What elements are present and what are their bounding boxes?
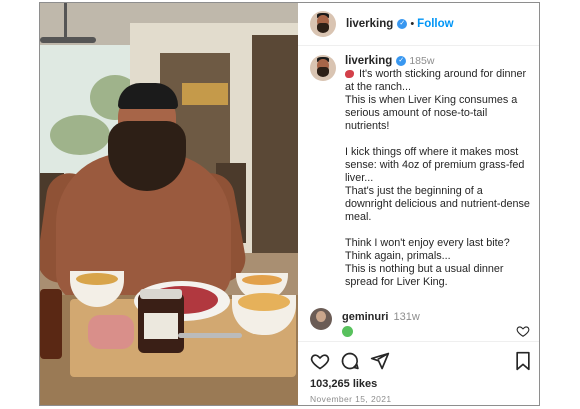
comment: geminuri 131w — [310, 308, 535, 338]
caption-avatar[interactable] — [310, 55, 336, 81]
comment-username[interactable]: geminuri — [342, 311, 388, 323]
post-modal: liverking ✓ • Follow liverking ✓ 185w It's… — [39, 2, 540, 406]
ceiling-fan — [40, 37, 96, 43]
post-age[interactable]: 185w — [409, 55, 434, 67]
caption-line-7: This is nothing but a usual dinner sprea… — [345, 263, 504, 288]
likes-count[interactable]: 103,265 likes — [310, 378, 377, 390]
comment-age[interactable]: 131w — [394, 311, 420, 323]
header-username[interactable]: liverking — [346, 18, 393, 30]
post-panel: liverking ✓ • Follow liverking ✓ 185w It's… — [298, 3, 539, 405]
black-cap — [118, 83, 178, 109]
caption-line-5: Think I won't enjoy every last bite? — [345, 237, 510, 249]
jar-label — [144, 313, 178, 339]
caption-line-4: That's just the beginning of a downright… — [345, 185, 530, 223]
verified-badge-icon: ✓ — [397, 19, 408, 29]
post-date[interactable]: November 15, 2021 — [310, 394, 391, 404]
bookmark-icon[interactable] — [513, 351, 533, 371]
comment-emoji-icon — [342, 326, 353, 337]
caption-line-2: This is when Liver King consumes a serio… — [345, 94, 518, 132]
post-header: liverking ✓ • Follow — [298, 3, 539, 46]
verified-badge-icon: ✓ — [396, 56, 407, 67]
comment-icon[interactable] — [340, 351, 360, 371]
caption-username[interactable]: liverking — [345, 55, 392, 67]
header-separator: • — [410, 18, 415, 30]
caption-line-3: I kick things off where it makes most se… — [345, 146, 525, 184]
like-heart-icon[interactable] — [310, 351, 330, 371]
author-avatar[interactable] — [310, 11, 336, 37]
caption-line-1: It's worth sticking around for dinner at… — [345, 68, 527, 93]
caption: liverking ✓ 185w It's worth sticking aroun… — [310, 55, 535, 289]
bone-marrow — [88, 315, 134, 349]
commenter-avatar[interactable] — [310, 308, 332, 330]
meat-emoji-icon — [345, 70, 354, 78]
comment-like-heart-icon[interactable] — [516, 324, 530, 338]
follow-button[interactable]: Follow — [417, 18, 453, 30]
share-icon[interactable] — [370, 351, 390, 371]
post-actions: 103,265 likes November 15, 2021 — [298, 341, 539, 406]
caption-body: liverking ✓ 185w It's worth sticking aroun… — [345, 55, 531, 289]
knife — [178, 333, 242, 338]
caption-line-6: Think again, primals... — [345, 250, 451, 262]
post-photo[interactable] — [40, 3, 298, 405]
sauce-jar — [40, 289, 62, 359]
